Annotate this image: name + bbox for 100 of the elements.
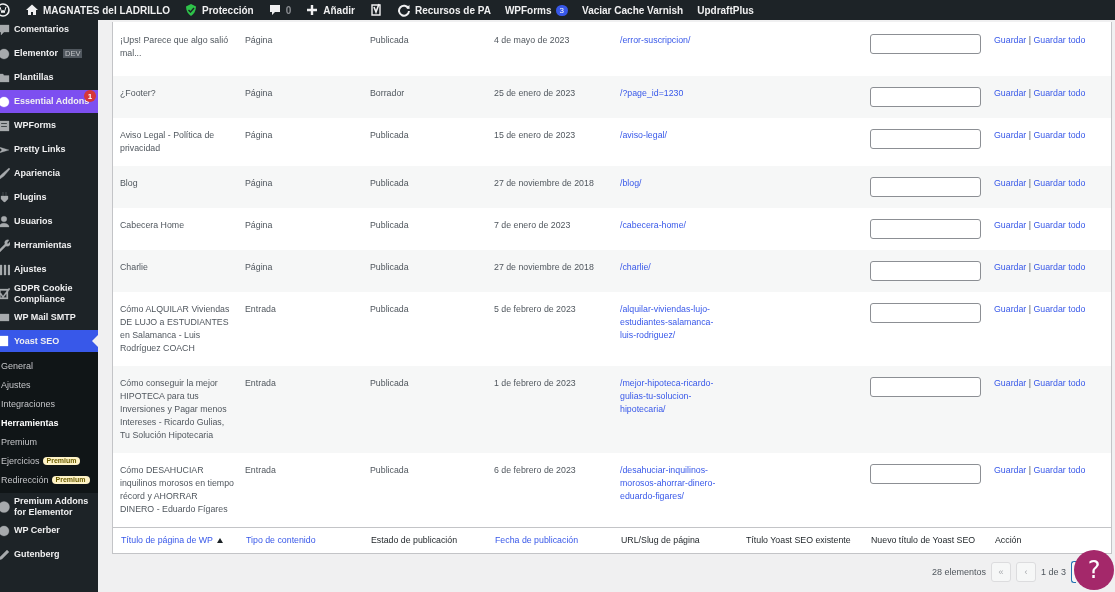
envelope-icon [0,310,10,325]
column-header: Título Yoast SEO existente [746,535,851,545]
sidebar-item[interactable]: Premium Addons for Elementor [0,495,98,518]
column-header: URL/Slug de página [621,535,700,545]
save-all-link[interactable]: Guardar todo [1033,178,1086,188]
save-link[interactable]: Guardar [994,378,1027,388]
save-all-link[interactable]: Guardar todo [1033,130,1086,140]
title-input[interactable] [870,261,981,281]
separator: | [1028,178,1032,188]
submenu-item[interactable]: Herramientas [1,413,98,432]
save-link[interactable]: Guardar [994,304,1027,314]
sort-arrow-icon [216,538,223,544]
date-cell: 5 de febrero de 2023 [494,304,576,314]
toolbar-link[interactable]: WPForms [504,4,552,16]
sidebar-item[interactable]: Ajustes [0,258,98,281]
save-all-link[interactable]: Guardar todo [1033,304,1086,314]
save-link[interactable]: Guardar [994,465,1027,475]
column-sort-link[interactable]: Tipo de contenido [246,535,316,545]
sidebar-item[interactable]: WPForms [0,114,98,137]
toolbar-link[interactable]: Protección [202,4,254,16]
toolbar-link[interactable]: MAGNATES del LADRILLO [43,4,171,16]
url-link[interactable]: /desahuciar-inquilinos-morosos-ahorrar-dinero-eduardo-figares/ [620,464,734,503]
refresh-icon[interactable] [396,3,411,17]
save-all-link[interactable]: Guardar todo [1033,262,1086,272]
home-icon[interactable] [25,3,39,17]
url-link[interactable]: /?page_id=1230 [620,87,734,100]
plus-icon[interactable] [305,3,320,17]
status-cell: Publicada [370,220,409,230]
title-cell: ¿Footer? [120,88,156,98]
toolbar-link[interactable]: Añadir [323,4,355,16]
title-input[interactable] [870,219,981,239]
toolbar-link[interactable]: Vaciar Cache Varnish [582,4,684,16]
save-link[interactable]: Guardar [994,130,1027,140]
type-cell: Página [245,88,273,98]
save-link[interactable]: Guardar [994,178,1027,188]
title-cell: Blog [120,178,138,188]
title-input[interactable] [870,87,981,107]
column-sort-link[interactable]: Fecha de publicación [495,535,579,545]
sidebar-item[interactable]: Pretty Links [0,138,98,161]
url-link[interactable]: /charlie/ [620,261,734,274]
sidebar-item[interactable]: Comentarios [0,20,98,41]
help-button[interactable]: ? [1074,550,1114,590]
sidebar-item[interactable]: Yoast SEO [0,330,98,352]
save-link[interactable]: Guardar [994,88,1027,98]
url-link[interactable]: /blog/ [620,177,734,190]
url-link[interactable]: /cabecera-home/ [620,219,734,232]
save-link[interactable]: Guardar [994,220,1027,230]
date-cell: 15 de enero de 2023 [494,130,576,140]
type-cell: Página [245,220,273,230]
title-cell: Charlie [120,262,148,272]
toolbar-link[interactable]: 0 [285,4,292,16]
title-input[interactable] [870,377,981,397]
save-all-link[interactable]: Guardar todo [1033,220,1086,230]
sidebar-item[interactable]: Usuarios [0,210,98,233]
sidebar-item[interactable]: Herramientas [0,234,98,257]
sidebar-item[interactable]: Gutenberg [0,543,98,566]
separator: | [1028,130,1032,140]
save-all-link[interactable]: Guardar todo [1033,88,1086,98]
save-all-link[interactable]: Guardar todo [1033,35,1086,45]
date-cell: 27 de noviembre de 2018 [494,178,594,188]
submenu-item[interactable]: Integraciones [1,394,98,413]
url-link[interactable]: /mejor-hipoteca-ricardo-gulias-tu-solucion-hipotecaria/ [620,377,734,416]
submenu-item[interactable]: Ajustes [1,375,98,394]
url-link[interactable]: /alquilar-viviendas-lujo-estudiantes-salamanca-luis-rodriguez/ [620,303,734,342]
title-input[interactable] [870,34,981,54]
sidebar-item[interactable]: Plantillas [0,66,98,89]
sidebar-item[interactable]: WP Cerber [0,519,98,542]
submenu-item[interactable]: Premium [1,432,98,451]
submenu-item[interactable]: General [1,356,98,375]
save-all-link[interactable]: Guardar todo [1033,378,1086,388]
date-cell: 4 de mayo de 2023 [494,35,570,45]
url-link[interactable]: /error-suscripcion/ [620,34,734,47]
type-cell: Entrada [245,465,276,475]
toolbar-link[interactable]: Recursos de PA [414,4,491,16]
plug-icon [0,190,10,205]
title-input[interactable] [870,303,981,323]
title-input[interactable] [870,177,981,197]
title-input[interactable] [870,464,981,484]
save-all-link[interactable]: Guardar todo [1033,465,1086,475]
speech-bubble-icon[interactable] [267,3,282,17]
separator: | [1028,35,1032,45]
sidebar-item[interactable]: WP Mail SMTP [0,306,98,329]
wrench-icon [0,238,10,253]
column-sort-link[interactable]: Título de página de WP [121,535,223,545]
sidebar-item[interactable]: GDPR Cookie Compliance [0,282,98,305]
sidebar-item[interactable]: Plugins [0,186,98,209]
title-cell: Cómo conseguir la mejor HIPOTECA para tus Inversiones y Pagar menos Intereses - Ricardo Gulias, Tu Solución Hipotecaria [120,378,227,440]
status-cell: Publicada [370,378,409,388]
separator: | [1028,378,1032,388]
status-cell: Borrador [370,88,405,98]
url-link[interactable]: /aviso-legal/ [620,129,734,142]
sidebar-item[interactable]: Apariencia [0,162,98,185]
date-cell: 7 de enero de 2023 [494,220,571,230]
title-input[interactable] [870,129,981,149]
shield-icon[interactable] [184,3,199,17]
save-link[interactable]: Guardar [994,35,1027,45]
separator: | [1028,220,1032,230]
toolbar-link[interactable]: UpdraftPlus [697,4,754,16]
sliders-icon [0,262,10,277]
save-link[interactable]: Guardar [994,262,1027,272]
